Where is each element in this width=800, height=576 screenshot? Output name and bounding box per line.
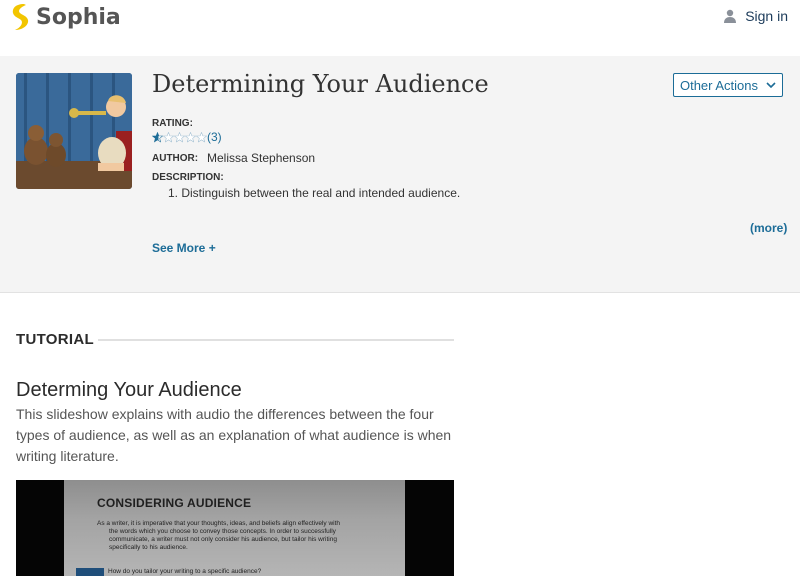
rating-count[interactable]: (3) [207, 130, 222, 144]
sign-in-link[interactable]: Sign in [723, 8, 788, 24]
slide-body-line: As a writer, it is imperative that your … [97, 520, 341, 527]
slide-body-line: communicate, a writer must not only cons… [109, 536, 337, 543]
rating-label: RATING: [152, 118, 193, 129]
sign-in-label: Sign in [745, 8, 788, 24]
star-icon-empty [163, 131, 174, 143]
logo-text: Sophia [36, 4, 121, 30]
user-icon [724, 9, 737, 23]
slide-title: CONSIDERING AUDIENCE [97, 496, 252, 510]
see-more-link[interactable]: See More + [152, 241, 216, 255]
tutorial-section-label: TUTORIAL [16, 331, 94, 348]
sophia-logo-icon [12, 4, 29, 30]
slideshow-video-player[interactable]: CONSIDERING AUDIENCE As a writer, it is … [16, 480, 454, 576]
slide-body-line: the words which you choose to convey tho… [109, 528, 336, 535]
rating-stars[interactable]: (3) [152, 130, 222, 144]
other-actions-label: Other Actions [679, 77, 759, 93]
resource-thumbnail [16, 73, 132, 189]
tutorial-summary: This slideshow explains with audio the d… [16, 406, 452, 464]
page-title: Determining Your Audience [152, 70, 489, 98]
slide-body: As a writer, it is imperative that your … [97, 520, 382, 552]
chevron-down-icon [766, 82, 776, 88]
tutorial-heading: Determing Your Audience [16, 379, 242, 401]
resource-header: Determining Your Audience Other Actions … [0, 56, 800, 293]
slide-frame: CONSIDERING AUDIENCE As a writer, it is … [64, 480, 405, 576]
boy-trumpet-thumbnail-image [16, 73, 132, 189]
more-link[interactable]: (more) [750, 221, 787, 235]
star-icon-half [152, 131, 163, 143]
sophia-logo[interactable]: Sophia [10, 2, 121, 32]
slide-arrow-shape [76, 568, 104, 576]
star-icon-empty [174, 131, 185, 143]
top-navigation-bar: Sophia Sign in [0, 0, 800, 56]
star-icon-empty [196, 131, 207, 143]
section-divider [98, 339, 454, 341]
slide-question: How do you tailor your writing to a spec… [108, 568, 262, 575]
slide-body-line: specifically to his audience. [109, 544, 188, 551]
other-actions-dropdown[interactable]: Other Actions [673, 73, 783, 97]
author-label: AUTHOR: [152, 153, 199, 164]
description-label: DESCRIPTION: [152, 172, 224, 183]
star-icon-empty [185, 131, 196, 143]
author-name: Melissa Stephenson [207, 151, 316, 165]
description-text: 1. Distinguish between the real and inte… [168, 186, 461, 200]
